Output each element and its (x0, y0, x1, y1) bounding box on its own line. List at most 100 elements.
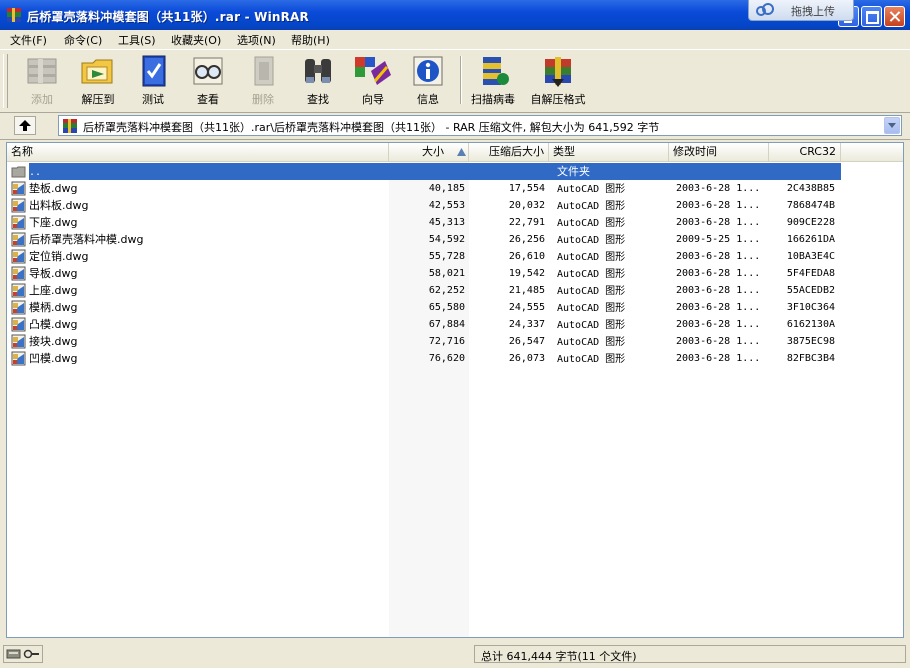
file-row[interactable]: 凸模.dwg 67,884 24,337 AutoCAD 图形 2003-6-28 1.… (7, 316, 903, 333)
toolbar-grip[interactable] (3, 54, 8, 108)
menu-file[interactable]: 文件(F) (10, 32, 47, 48)
rar-archive-icon (63, 119, 77, 133)
file-type: AutoCAD 图形 (557, 337, 626, 348)
find-button[interactable]: 查找 (290, 53, 346, 109)
view-button[interactable]: 查看 (180, 53, 236, 109)
status-total: 总计 641,444 字节(11 个文件) (481, 650, 637, 663)
address-dropdown-button[interactable] (884, 117, 900, 134)
parent-folder-row[interactable]: .. 文件夹 (7, 163, 903, 180)
file-row[interactable]: 下座.dwg 45,313 22,791 AutoCAD 图形 2003-6-28 1.… (7, 214, 903, 231)
column-crc-label: CRC32 (799, 145, 836, 158)
wizard-button[interactable]: 向导 (345, 53, 401, 109)
file-type: AutoCAD 图形 (557, 252, 626, 263)
column-name-label: 名称 (11, 145, 33, 158)
file-row[interactable]: 接块.dwg 72,716 26,547 AutoCAD 图形 2003-6-28 1.… (7, 333, 903, 350)
dwg-file-icon (11, 300, 26, 315)
wizard-icon (355, 57, 391, 85)
file-packed-size: 24,555 (508, 302, 545, 313)
file-name: 垫板.dwg (29, 182, 78, 195)
upload-label: 拖拽上传 (791, 5, 835, 18)
file-name: 上座.dwg (29, 284, 78, 297)
file-modified: 2003-6-28 1... (676, 302, 761, 313)
file-modified: 2009-5-25 1... (676, 234, 761, 245)
file-packed-size: 26,256 (508, 234, 545, 245)
file-crc: 909CE228 (786, 217, 835, 228)
status-drive-panel[interactable] (3, 645, 43, 663)
delete-label: 删除 (252, 93, 274, 106)
file-row[interactable]: 凹模.dwg 76,620 26,073 AutoCAD 图形 2003-6-28 1.… (7, 350, 903, 367)
sfx-button[interactable]: 自解压格式 (527, 53, 589, 109)
extract-to-button[interactable]: 解压到 (70, 53, 126, 109)
status-bar: 总计 641,444 字节(11 个文件) (0, 642, 910, 668)
parent-folder-type: 文件夹 (557, 165, 590, 178)
menu-favorites[interactable]: 收藏夹(O) (171, 32, 221, 48)
file-crc: 6162130A (786, 319, 835, 330)
file-packed-size: 19,542 (508, 268, 545, 279)
up-one-level-button[interactable] (14, 116, 36, 135)
cloud-upload-icon (756, 3, 774, 16)
upload-widget[interactable]: 拖拽上传 (748, 0, 854, 21)
toolbar: 添加 解压到 测试 查看 删除 查找 向导 信息 扫描病毒 自解压格式 (0, 49, 910, 113)
file-packed-size: 26,610 (508, 251, 545, 262)
file-list[interactable]: 名称 大小 压缩后大小 类型 修改时间 CRC32 .. 文件夹 垫板.dwg … (6, 142, 904, 638)
column-modified-header[interactable]: 修改时间 (669, 143, 769, 161)
dwg-file-icon (11, 181, 26, 196)
file-crc: 2C438B85 (786, 183, 835, 194)
sfx-label: 自解压格式 (530, 93, 586, 106)
file-type: AutoCAD 图形 (557, 286, 626, 297)
column-type-label: 类型 (553, 145, 575, 158)
file-type: AutoCAD 图形 (557, 218, 626, 229)
file-size: 62,252 (428, 285, 465, 296)
test-button[interactable]: 测试 (125, 53, 181, 109)
file-size: 65,580 (428, 302, 465, 313)
file-row[interactable]: 上座.dwg 62,252 21,485 AutoCAD 图形 2003-6-28 1.… (7, 282, 903, 299)
file-crc: 3875EC98 (786, 336, 835, 347)
menu-options[interactable]: 选项(N) (237, 32, 276, 48)
column-packed-label: 压缩后大小 (489, 145, 544, 158)
address-path: 后桥罩壳落料冲模套图（共11张）.rar\后桥罩壳落料冲模套图（共11张） - … (83, 121, 660, 134)
column-size-header[interactable]: 大小 (389, 143, 469, 161)
file-row[interactable]: 垫板.dwg 40,185 17,554 AutoCAD 图形 2003-6-28 1.… (7, 180, 903, 197)
dwg-file-icon (11, 266, 26, 281)
winrar-app-icon (7, 8, 21, 22)
info-icon (413, 56, 443, 86)
column-packed-header[interactable]: 压缩后大小 (469, 143, 549, 161)
close-button[interactable] (884, 6, 905, 27)
file-row[interactable]: 后桥罩壳落料冲模.dwg 54,592 26,256 AutoCAD 图形 2009-5… (7, 231, 903, 248)
toolbar-separator (460, 56, 462, 104)
virus-scan-button[interactable]: 扫描病毒 (465, 53, 521, 109)
file-row[interactable]: 导板.dwg 58,021 19,542 AutoCAD 图形 2003-6-28 1.… (7, 265, 903, 282)
folder-up-icon (11, 166, 26, 178)
address-combobox[interactable]: 后桥罩壳落料冲模套图（共11张）.rar\后桥罩壳落料冲模套图（共11张） - … (58, 115, 902, 136)
file-size: 42,553 (428, 200, 465, 211)
file-row[interactable]: 模柄.dwg 65,580 24,555 AutoCAD 图形 2003-6-28 1.… (7, 299, 903, 316)
menu-tools[interactable]: 工具(S) (118, 32, 156, 48)
file-packed-size: 22,791 (508, 217, 545, 228)
info-button[interactable]: 信息 (400, 53, 456, 109)
drive-key-icon (6, 649, 39, 659)
parent-folder-name: .. (29, 167, 42, 178)
menu-help[interactable]: 帮助(H) (291, 32, 330, 48)
dwg-file-icon (11, 283, 26, 298)
file-type: AutoCAD 图形 (557, 269, 626, 280)
file-size: 45,313 (428, 217, 465, 228)
delete-button[interactable]: 删除 (235, 53, 291, 109)
menu-commands[interactable]: 命令(C) (64, 32, 102, 48)
file-packed-size: 21,485 (508, 285, 545, 296)
file-rows: .. 文件夹 垫板.dwg 40,185 17,554 AutoCAD 图形 2003-… (7, 163, 903, 367)
column-type-header[interactable]: 类型 (549, 143, 669, 161)
file-modified: 2003-6-28 1... (676, 268, 761, 279)
column-crc-header[interactable]: CRC32 (769, 143, 841, 161)
file-size: 76,620 (428, 353, 465, 364)
maximize-button[interactable] (861, 6, 882, 27)
file-modified: 2003-6-28 1... (676, 319, 761, 330)
file-crc: 5F4FEDA8 (786, 268, 835, 279)
file-row[interactable]: 定位销.dwg 55,728 26,610 AutoCAD 图形 2003-6-28 1… (7, 248, 903, 265)
column-name-header[interactable]: 名称 (7, 143, 389, 161)
find-label: 查找 (307, 93, 329, 106)
dwg-file-icon (11, 334, 26, 349)
file-modified: 2003-6-28 1... (676, 353, 761, 364)
view-glasses-icon (193, 57, 223, 85)
add-button[interactable]: 添加 (14, 53, 70, 109)
file-row[interactable]: 出料板.dwg 42,553 20,032 AutoCAD 图形 2003-6-28 1… (7, 197, 903, 214)
